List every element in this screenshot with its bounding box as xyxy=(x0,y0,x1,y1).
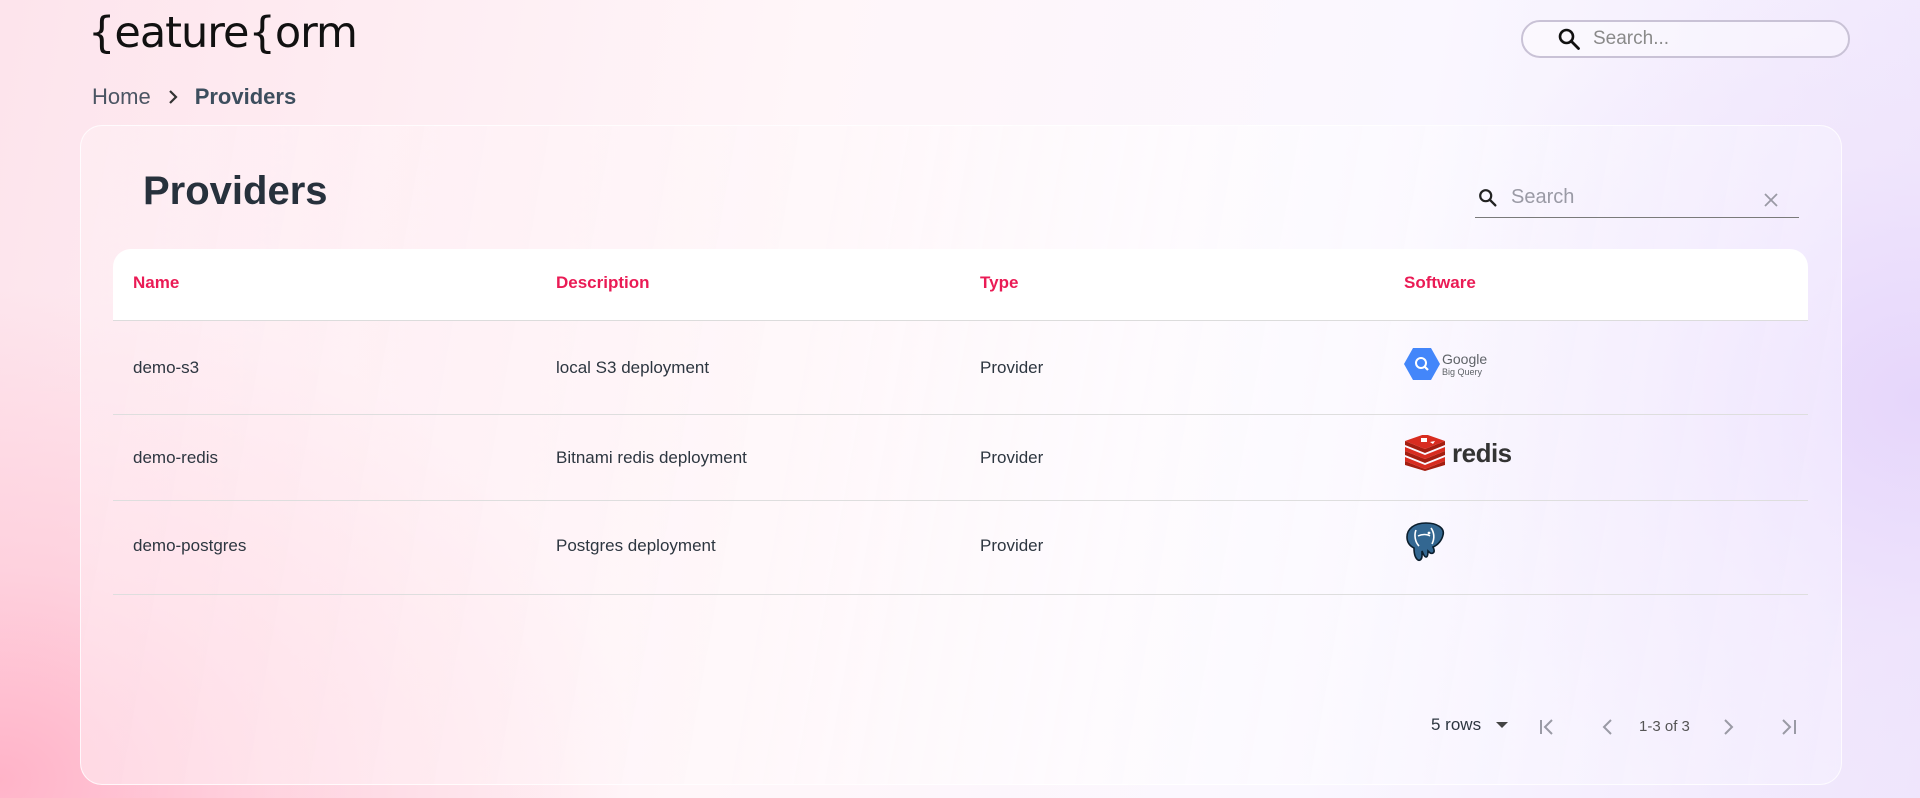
breadcrumb-current: Providers xyxy=(194,84,297,109)
breadcrumb: Home Providers xyxy=(92,84,296,110)
redis-text: redis xyxy=(1452,437,1512,468)
featureform-logo[interactable]: {eature{orm xyxy=(88,8,358,58)
postgres-logo xyxy=(1404,520,1448,569)
global-search-box[interactable] xyxy=(1521,20,1850,58)
provider-name: demo-postgres xyxy=(133,536,247,555)
provider-type: Provider xyxy=(980,358,1044,377)
table-pagination: 5 rows 1-3 of 3 xyxy=(81,706,1843,756)
rows-per-page-select[interactable]: 5 rows xyxy=(1431,715,1509,735)
page-title: Providers xyxy=(143,169,328,213)
providers-card: Providers Name Description Type Software… xyxy=(80,125,1842,785)
chevron-right-icon xyxy=(168,90,178,104)
breadcrumb-home-link[interactable]: Home xyxy=(92,84,151,110)
rows-per-page-value: 5 rows xyxy=(1431,715,1482,734)
first-page-icon[interactable] xyxy=(1537,716,1559,738)
column-header-software[interactable]: Software xyxy=(1404,273,1476,293)
bigquery-google-text: Google xyxy=(1442,350,1488,367)
table-header: Name Description Type Software xyxy=(113,249,1808,321)
last-page-icon[interactable] xyxy=(1777,716,1799,738)
provider-type: Provider xyxy=(980,536,1044,555)
column-header-name[interactable]: Name xyxy=(133,273,179,293)
bigquery-icon xyxy=(1404,348,1440,380)
bigquery-logo: Google Big Query xyxy=(1404,347,1487,381)
close-icon[interactable] xyxy=(1763,192,1779,208)
provider-description: local S3 deployment xyxy=(556,358,710,377)
table-row[interactable]: demo-s3 local S3 deployment Provider Goo… xyxy=(113,321,1808,415)
redis-icon xyxy=(1405,435,1445,471)
redis-logo: redis xyxy=(1404,435,1512,471)
column-header-type[interactable]: Type xyxy=(980,273,1018,293)
column-header-description[interactable]: Description xyxy=(556,273,650,293)
search-icon xyxy=(1558,28,1580,50)
chevron-down-icon xyxy=(1496,722,1509,728)
pagination-range: 1-3 of 3 xyxy=(1639,718,1690,735)
provider-description: Bitnami redis deployment xyxy=(556,448,747,467)
top-bar: {eature{orm xyxy=(0,0,1920,70)
provider-name: demo-redis xyxy=(133,448,219,467)
table-search-box[interactable] xyxy=(1475,178,1799,218)
next-page-icon[interactable] xyxy=(1717,716,1739,738)
table-row[interactable]: demo-redis Bitnami redis deployment Prov… xyxy=(113,415,1808,501)
postgres-elephant-icon xyxy=(1406,522,1445,562)
provider-description: Postgres deployment xyxy=(556,536,716,555)
search-icon xyxy=(1479,188,1497,207)
global-search-input[interactable] xyxy=(1593,28,1833,50)
table-search-input[interactable] xyxy=(1511,186,1751,209)
table-row[interactable]: demo-postgres Postgres deployment Provid… xyxy=(113,501,1808,595)
bigquery-product-text: Big Query xyxy=(1442,366,1483,377)
provider-type: Provider xyxy=(980,448,1044,467)
provider-name: demo-s3 xyxy=(133,358,200,377)
previous-page-icon[interactable] xyxy=(1597,716,1619,738)
